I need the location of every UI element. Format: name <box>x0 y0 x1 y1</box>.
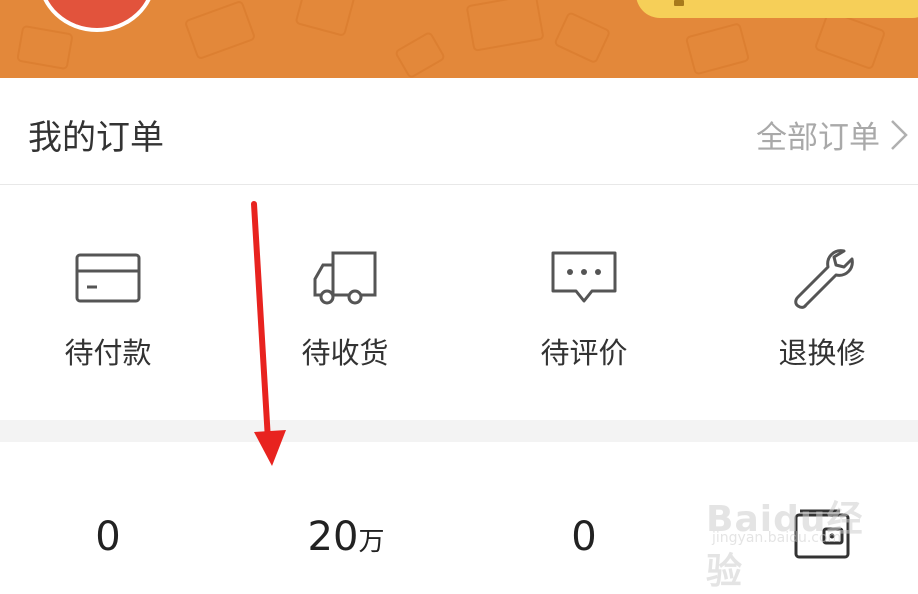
stat-value: 20 <box>307 514 359 560</box>
chat-bubble-icon <box>551 251 617 303</box>
truck-icon <box>313 251 377 305</box>
badge-icon <box>674 0 684 6</box>
card-icon <box>75 253 141 303</box>
order-status-row: 待付款 待收货 待评价 退换修 <box>0 185 918 420</box>
orders-section-header: 我的订单 全部订单 <box>0 78 918 185</box>
section-divider <box>0 420 918 442</box>
wrench-icon <box>794 249 854 309</box>
baidu-watermark: Baidu经验 jingyan.baidu.com <box>706 480 876 592</box>
status-label: 退换修 <box>778 336 866 370</box>
chevron-right-icon <box>891 119 908 150</box>
stat-item[interactable]: 0 <box>504 514 664 560</box>
status-returns[interactable]: 退换修 <box>732 185 912 420</box>
stat-item[interactable]: 20万 <box>266 514 426 560</box>
member-badge[interactable] <box>636 0 918 18</box>
status-label: 待评价 <box>540 336 628 370</box>
stat-unit: 万 <box>358 527 385 557</box>
stat-item[interactable]: 0 <box>28 514 188 560</box>
stat-value: 0 <box>571 514 597 560</box>
status-pending-review[interactable]: 待评价 <box>494 185 674 420</box>
status-label: 待收货 <box>301 336 389 370</box>
profile-header <box>0 0 918 78</box>
orders-title: 我的订单 <box>28 118 164 158</box>
status-pending-payment[interactable]: 待付款 <box>18 185 198 420</box>
all-orders-link[interactable]: 全部订单 <box>756 112 910 157</box>
all-orders-label: 全部订单 <box>756 120 880 156</box>
status-pending-receipt[interactable]: 待收货 <box>255 185 435 420</box>
stat-value: 0 <box>95 514 121 560</box>
status-label: 待付款 <box>64 336 152 370</box>
watermark-sub: jingyan.baidu.com <box>712 530 842 546</box>
